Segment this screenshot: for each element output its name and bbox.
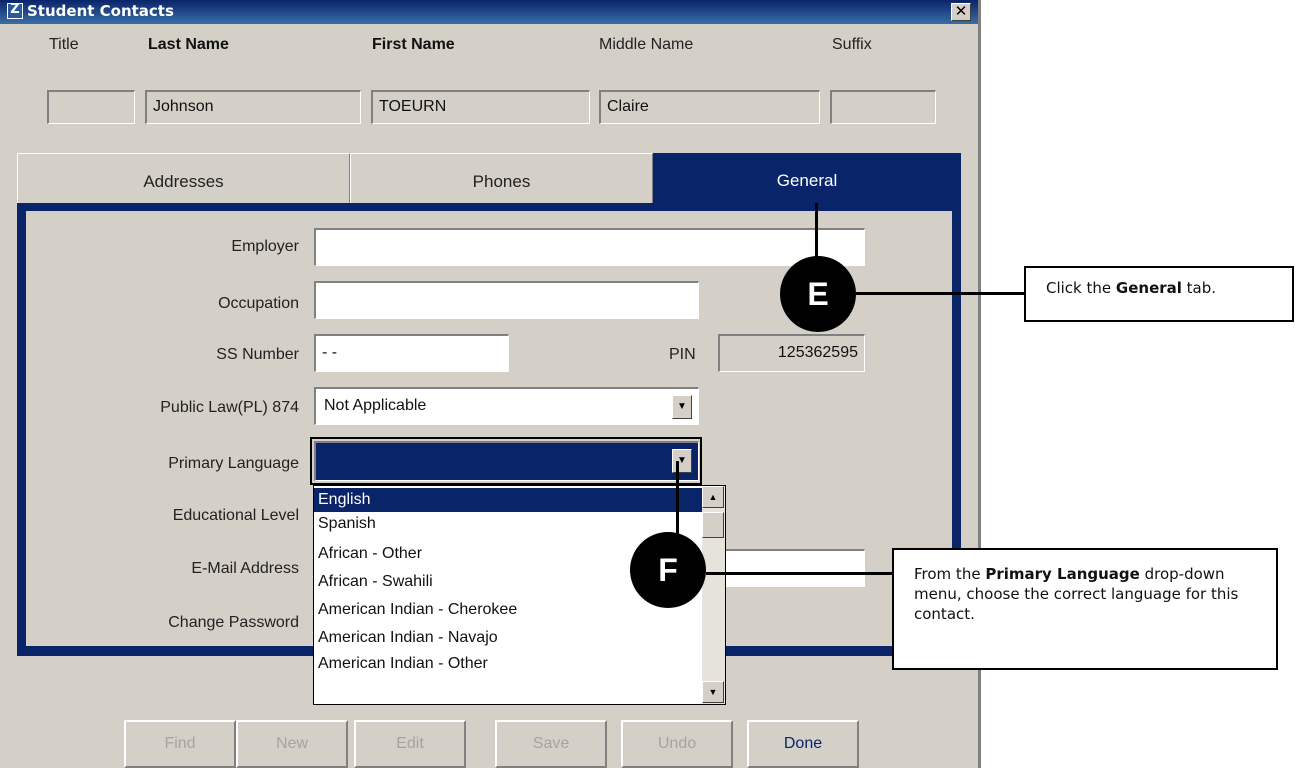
edit-button[interactable]: Edit [354,720,466,768]
tab-phones[interactable]: Phones [350,153,653,203]
middle-name-field[interactable]: Claire [599,90,820,124]
undo-button[interactable]: Undo [621,720,733,768]
language-option[interactable]: American Indian - Navajo [314,626,703,650]
callout-e-text-bold: General [1115,279,1182,297]
tab-general[interactable]: General [653,153,961,203]
employer-field[interactable] [314,228,865,266]
occupation-label: Occupation [218,295,299,312]
scroll-thumb[interactable] [702,512,724,538]
callout-e-box: Click the General tab. [1024,266,1294,322]
suffix-field[interactable] [830,90,936,124]
language-option[interactable]: Spanish [314,512,703,536]
language-option[interactable]: American Indian - Other [314,652,703,676]
scroll-down-icon[interactable]: ▼ [702,681,724,703]
callout-f-text-pre: From the [914,565,986,583]
callout-e-text-post: tab. [1181,279,1217,297]
callout-f-box: From the Primary Language drop-down menu… [892,548,1278,670]
find-button[interactable]: Find [124,720,236,768]
pin-field: 125362595 [718,334,865,372]
language-option[interactable]: American Indian - Cherokee [314,598,703,622]
dropdown-scrollbar[interactable]: ▲ ▼ [702,486,725,704]
tab-addresses[interactable]: Addresses [17,153,350,203]
change-password-label: Change Password [168,614,299,631]
first-name-label: First Name [372,36,455,53]
chevron-down-icon[interactable]: ▼ [672,449,692,473]
educational-level-label: Educational Level [172,507,299,524]
public-law-value: Not Applicable [324,397,427,414]
title-label: Title [49,36,79,53]
save-button[interactable]: Save [495,720,607,768]
ss-number-field[interactable]: - - [314,334,509,372]
public-law-select[interactable]: Not Applicable [314,387,699,425]
callout-f-text-bold: Primary Language [985,565,1140,583]
public-law-label: Public Law(PL) 874 [160,399,299,416]
close-button[interactable]: ✕ [951,3,971,21]
middle-name-label: Middle Name [599,36,694,53]
callout-f-pointer [676,461,679,543]
language-option[interactable]: English [314,488,703,512]
new-button[interactable]: New [236,720,348,768]
occupation-field[interactable] [314,281,699,319]
callout-e-line [856,292,1024,295]
scroll-up-icon[interactable]: ▲ [702,486,724,508]
public-law-dropdown-button[interactable]: ▼ [672,395,692,419]
last-name-field[interactable]: Johnson [145,90,361,124]
last-name-label: Last Name [148,36,229,53]
callout-f-marker: F [630,532,706,608]
ss-number-label: SS Number [216,346,299,363]
title-bar[interactable]: Z Student Contacts ✕ [0,0,978,24]
window-title: Student Contacts [27,2,174,20]
done-button[interactable]: Done [747,720,859,768]
suffix-label: Suffix [832,36,872,53]
employer-label: Employer [231,238,299,255]
callout-e-text-pre: Click the [1046,279,1116,297]
app-icon: Z [7,2,23,19]
student-contacts-window: Z Student Contacts ✕ Title Last Name Fir… [0,0,978,768]
title-field[interactable] [47,90,135,124]
first-name-field[interactable]: TOEURN [371,90,590,124]
primary-language-select[interactable] [314,441,699,481]
callout-e-pointer [815,203,818,263]
email-label: E-Mail Address [191,560,299,577]
callout-e-marker: E [780,256,856,332]
callout-f-line [706,572,894,575]
primary-language-label: Primary Language [168,455,299,472]
pin-label: PIN [669,346,696,363]
